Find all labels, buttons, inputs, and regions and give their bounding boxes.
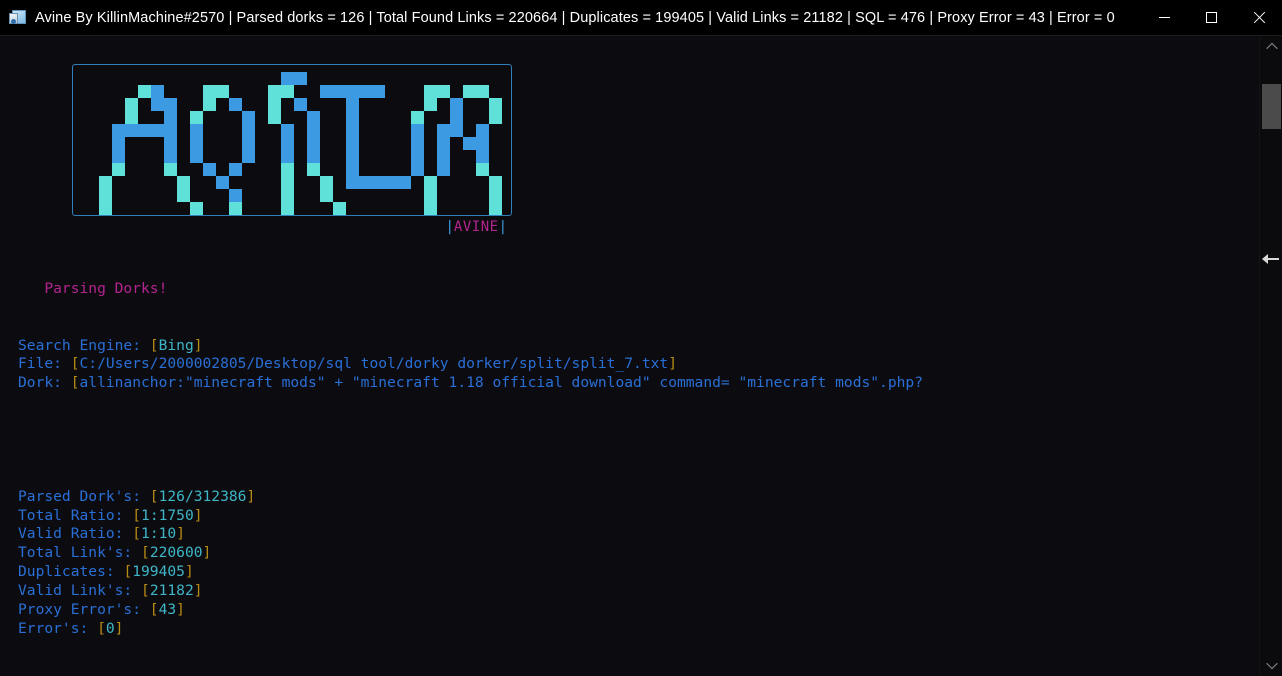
console-line: Dork: [allinanchor:"minecraft mods" + "m…	[18, 374, 923, 393]
nameplate-left-bar: |	[445, 219, 453, 235]
maximize-button[interactable]	[1188, 0, 1235, 36]
bracket-open: [	[71, 374, 80, 391]
nameplate-label: AVINE	[454, 219, 499, 235]
spacer-line	[18, 431, 923, 450]
bracket-close: ]	[194, 507, 203, 524]
maximize-icon	[1206, 12, 1217, 23]
window-controls	[1141, 0, 1282, 36]
minimize-button[interactable]	[1141, 0, 1188, 36]
console-text: Parsing Dorks! Search Engine: [Bing]File…	[18, 242, 923, 676]
app-document-icon	[9, 9, 27, 27]
console-line: Search Engine: [Bing]	[18, 337, 923, 356]
avine-logo: | AVINE |	[72, 64, 512, 222]
resize-horizontal-cursor	[1262, 252, 1280, 266]
scroll-thumb[interactable]	[1262, 84, 1281, 129]
line-value: C:/Users/2000002805/Desktop/sql tool/dor…	[80, 355, 669, 372]
line-value: allinanchor:"minecraft mods" + "minecraf…	[80, 374, 923, 391]
bracket-open: [	[141, 582, 150, 599]
bracket-open: [	[71, 355, 80, 372]
logo-ascii-art	[86, 72, 502, 215]
bracket-open: [	[150, 488, 159, 505]
bracket-close: ]	[115, 620, 124, 637]
bracket-close: ]	[203, 544, 212, 561]
line-value: 199405	[132, 563, 185, 580]
scroll-up-arrow-icon[interactable]	[1260, 36, 1282, 58]
bracket-open: [	[123, 563, 132, 580]
console-line: Valid Ratio: [1:10]	[18, 525, 923, 544]
console-output-area[interactable]: | AVINE | Parsing Dorks! Search Engine: …	[0, 36, 1259, 676]
line-label: Total Ratio:	[18, 507, 132, 524]
statistics-rows: Parsed Dork's: [126/312386]Total Ratio: …	[18, 488, 923, 639]
scroll-down-arrow-icon[interactable]	[1260, 654, 1282, 676]
bracket-open: [	[132, 525, 141, 542]
bracket-close: ]	[176, 601, 185, 618]
parsing-info-rows: Search Engine: [Bing]File: [C:/Users/200…	[18, 337, 923, 394]
nameplate-right-bar: |	[499, 219, 507, 235]
bracket-open: [	[150, 601, 159, 618]
bracket-open: [	[150, 337, 159, 354]
logo-nameplate: | AVINE |	[444, 219, 508, 235]
line-label: Total Link's:	[18, 544, 141, 561]
bracket-close: ]	[185, 563, 194, 580]
bracket-close: ]	[194, 337, 203, 354]
line-label: Search Engine:	[18, 337, 150, 354]
line-label: Valid Link's:	[18, 582, 141, 599]
bracket-open: [	[132, 507, 141, 524]
line-value: 1:1750	[141, 507, 194, 524]
console-line: File: [C:/Users/2000002805/Desktop/sql t…	[18, 355, 923, 374]
line-label: File:	[18, 355, 71, 372]
bracket-close: ]	[668, 355, 677, 372]
window-titlebar: Avine By KillinMachine#2570 | Parsed dor…	[0, 0, 1282, 36]
bracket-close: ]	[246, 488, 255, 505]
bracket-close: ]	[176, 525, 185, 542]
window-title: Avine By KillinMachine#2570 | Parsed dor…	[35, 10, 1115, 26]
line-value: 220600	[150, 544, 203, 561]
line-label: Valid Ratio:	[18, 525, 132, 542]
line-value: 43	[159, 601, 177, 618]
line-label: Error's:	[18, 620, 97, 637]
console-line: Duplicates: [199405]	[18, 563, 923, 582]
line-value: Bing	[159, 337, 194, 354]
console-line: Parsed Dork's: [126/312386]	[18, 488, 923, 507]
line-label: Parsed Dork's:	[18, 488, 150, 505]
bracket-open: [	[141, 544, 150, 561]
line-label: Dork:	[18, 374, 71, 391]
line-value: 0	[106, 620, 115, 637]
console-line: Error's: [0]	[18, 620, 923, 639]
close-button[interactable]	[1235, 0, 1282, 36]
line-label: Proxy Error's:	[18, 601, 150, 618]
console-line: Total Ratio: [1:1750]	[18, 507, 923, 526]
vertical-scrollbar[interactable]	[1259, 36, 1282, 676]
console-line: Valid Link's: [21182]	[18, 582, 923, 601]
line-label: Duplicates:	[18, 563, 123, 580]
scrollbar-track[interactable]	[1260, 58, 1282, 654]
close-icon	[1252, 11, 1266, 25]
line-value: 126/312386	[159, 488, 247, 505]
bracket-open: [	[97, 620, 106, 637]
line-value: 1:10	[141, 525, 176, 542]
console-line: Proxy Error's: [43]	[18, 601, 923, 620]
console-line: Total Link's: [220600]	[18, 544, 923, 563]
parsing-dorks-heading: Parsing Dorks!	[18, 280, 923, 299]
line-value: 21182	[150, 582, 194, 599]
minimize-icon	[1159, 17, 1170, 18]
bracket-close: ]	[194, 582, 203, 599]
